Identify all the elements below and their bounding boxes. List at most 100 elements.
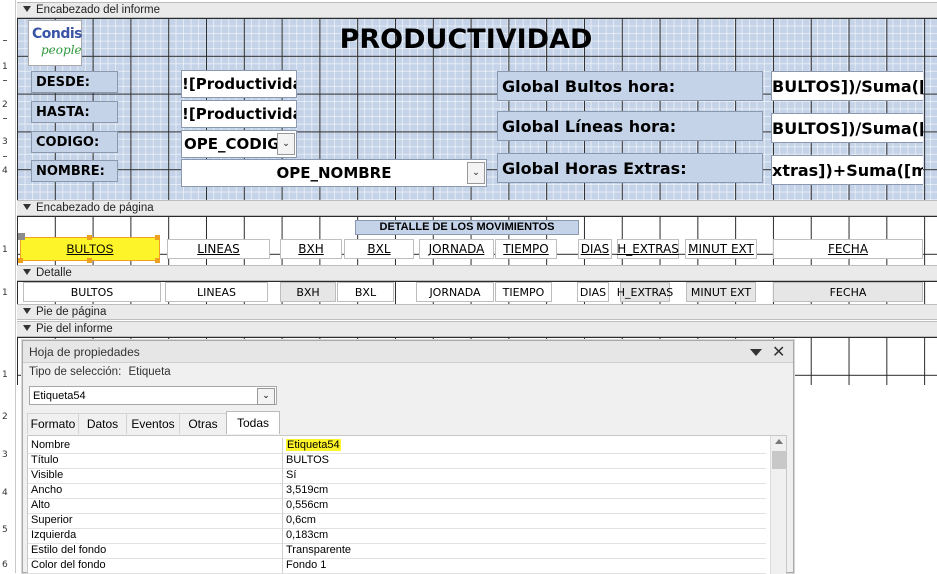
- global-lineas-label[interactable]: Global Líneas hora:: [497, 111, 763, 141]
- column-header-bxl[interactable]: BXL: [344, 239, 414, 259]
- ruler-mark: 1: [2, 288, 8, 298]
- desde-label[interactable]: DESDE:: [31, 71, 118, 93]
- property-grid-scrollbar[interactable]: [770, 436, 786, 574]
- property-value[interactable]: 3,519cm: [286, 484, 328, 496]
- close-icon[interactable]: ✕: [772, 342, 785, 362]
- property-row-alto[interactable]: Alto 0,556cm: [28, 498, 766, 514]
- report-header-section-bar[interactable]: Encabezado del informe: [17, 2, 937, 18]
- chevron-down-icon[interactable]: ⌄: [277, 133, 295, 155]
- detail-field-tiempo[interactable]: TIEMPO: [495, 282, 552, 302]
- collapse-arrow-icon: [23, 269, 31, 275]
- detail-field-h-extras[interactable]: H_EXTRAS: [617, 282, 673, 302]
- property-value[interactable]: 0,556cm: [286, 499, 328, 511]
- property-row-estilo-fondo[interactable]: Estilo del fondo Transparente: [28, 543, 766, 559]
- property-row-superior[interactable]: Superior 0,6cm: [28, 513, 766, 529]
- ruler-mark: 1: [2, 62, 8, 72]
- property-value[interactable]: Sí: [286, 469, 296, 481]
- condis-logo[interactable]: Condis people: [28, 20, 83, 66]
- selection-type-row: Tipo de selección: Etiqueta: [29, 366, 171, 378]
- property-row-ancho[interactable]: Ancho 3,519cm: [28, 483, 766, 499]
- column-header-dias[interactable]: DIAS: [578, 239, 612, 259]
- detail-field-bxh[interactable]: BXH: [280, 282, 336, 302]
- property-grid[interactable]: Nombre Etiqueta54 Título BULTOS Visible …: [27, 435, 787, 574]
- tab-todas[interactable]: Todas: [226, 411, 280, 434]
- report-footer-section-bar[interactable]: Pie del informe: [17, 321, 937, 337]
- hasta-label[interactable]: HASTA:: [31, 101, 118, 123]
- codigo-label[interactable]: CODIGO:: [31, 131, 118, 153]
- tab-otras[interactable]: Otras: [179, 413, 227, 434]
- property-row-color-fondo[interactable]: Color del fondo Fondo 1: [28, 558, 766, 574]
- tab-datos[interactable]: Datos: [78, 413, 127, 434]
- detail-field-fecha[interactable]: FECHA: [773, 282, 923, 302]
- selection-handle[interactable]: [155, 235, 160, 240]
- detail-field-jornada[interactable]: JORNADA: [416, 282, 494, 302]
- column-header-minut-ext[interactable]: MINUT EXT: [685, 239, 757, 259]
- selection-handle[interactable]: [87, 258, 92, 263]
- property-value[interactable]: Transparente: [286, 544, 351, 556]
- scroll-up-icon[interactable]: [775, 439, 783, 444]
- detail-field-dias[interactable]: DIAS: [577, 282, 609, 302]
- property-sheet-titlebar[interactable]: Hoja de propiedades ✕: [23, 341, 793, 363]
- move-handle[interactable]: [18, 233, 25, 240]
- property-value[interactable]: 0,183cm: [286, 529, 328, 541]
- nombre-value: OPE_NOMBRE: [276, 164, 392, 182]
- column-header-jornada[interactable]: JORNADA: [419, 239, 494, 259]
- dropdown-arrow-icon[interactable]: [750, 349, 762, 356]
- tab-eventos[interactable]: Eventos: [126, 413, 180, 434]
- property-value[interactable]: Fondo 1: [286, 559, 326, 571]
- nombre-label[interactable]: NOMBRE:: [31, 160, 118, 182]
- detail-section-bar[interactable]: Detalle: [17, 265, 937, 281]
- property-name: Título: [31, 454, 59, 466]
- selection-type-value: Etiqueta: [128, 366, 171, 378]
- tab-formato[interactable]: Formato: [27, 413, 79, 434]
- ruler-mark: 6: [2, 560, 8, 570]
- global-bultos-label[interactable]: Global Bultos hora:: [497, 71, 763, 101]
- property-row-izquierda[interactable]: Izquierda 0,183cm: [28, 528, 766, 544]
- property-value[interactable]: Etiqueta54: [286, 439, 341, 451]
- property-value[interactable]: BULTOS: [286, 454, 329, 466]
- ruler-tick: [3, 40, 7, 41]
- selection-handle[interactable]: [87, 235, 92, 240]
- column-header-lineas[interactable]: LINEAS: [167, 239, 270, 259]
- hasta-textbox[interactable]: ![Productivida: [181, 100, 297, 128]
- chevron-down-icon[interactable]: ⌄: [257, 388, 275, 405]
- column-header-fecha[interactable]: FECHA: [773, 239, 923, 259]
- property-row-visible[interactable]: Visible Sí: [28, 468, 766, 484]
- property-sheet-panel[interactable]: Hoja de propiedades ✕ Tipo de selección:…: [22, 340, 794, 574]
- page-footer-section-bar[interactable]: Pie de página: [17, 304, 937, 320]
- object-selector-dropdown[interactable]: Etiqueta54 ⌄: [29, 386, 277, 405]
- page-header-section-bar[interactable]: Encabezado de página: [17, 200, 937, 216]
- scrollbar-thumb[interactable]: [772, 451, 786, 469]
- column-header-bxh[interactable]: BXH: [280, 239, 342, 259]
- property-row-titulo[interactable]: Título BULTOS: [28, 453, 766, 469]
- detail-field-bultos[interactable]: BULTOS: [23, 282, 161, 302]
- global-horas-label[interactable]: Global Horas Extras:: [497, 153, 763, 183]
- vertical-ruler[interactable]: 1 2 3 4 1 1 1 2 3 4 5 6: [0, 0, 16, 573]
- object-selector-value: Etiqueta54: [33, 390, 86, 402]
- detail-field-minut-ext[interactable]: MINUT EXT: [686, 282, 756, 302]
- chevron-down-icon[interactable]: ⌄: [467, 162, 485, 184]
- desde-textbox[interactable]: ![Productivida: [181, 70, 297, 98]
- global-horas-textbox[interactable]: xtras])+Suma([mi: [771, 155, 923, 185]
- column-header-tiempo[interactable]: TIEMPO: [495, 239, 557, 259]
- ruler-mark: 4: [2, 488, 8, 498]
- global-lineas-textbox[interactable]: BULTOS])/Suma([: [771, 113, 923, 143]
- ruler-tick: [3, 80, 7, 81]
- ruler-mark: 2: [2, 100, 8, 110]
- column-header-h-extras[interactable]: H_EXTRAS: [617, 239, 679, 259]
- detail-field-bxl[interactable]: BXL: [337, 282, 394, 302]
- collapse-arrow-icon: [23, 204, 31, 210]
- ruler-mark: 3: [2, 137, 8, 147]
- codigo-combobox[interactable]: OPE_CODIGO ⌄: [181, 130, 297, 158]
- selection-handle[interactable]: [155, 258, 160, 263]
- nombre-combobox[interactable]: OPE_NOMBRE ⌄: [181, 159, 487, 187]
- ruler-mark: 5: [2, 525, 8, 535]
- detail-group-title[interactable]: DETALLE DE LOS MOVIMIENTOS: [355, 220, 579, 235]
- detail-field-lineas[interactable]: LINEAS: [165, 282, 268, 302]
- property-value[interactable]: 0,6cm: [286, 514, 316, 526]
- report-title[interactable]: PRODUCTIVIDAD: [330, 22, 602, 58]
- property-row-nombre[interactable]: Nombre Etiqueta54: [28, 438, 766, 454]
- property-name: Izquierda: [31, 529, 77, 541]
- global-bultos-textbox[interactable]: BULTOS])/Suma([T: [771, 71, 923, 101]
- selection-handle[interactable]: [18, 258, 23, 263]
